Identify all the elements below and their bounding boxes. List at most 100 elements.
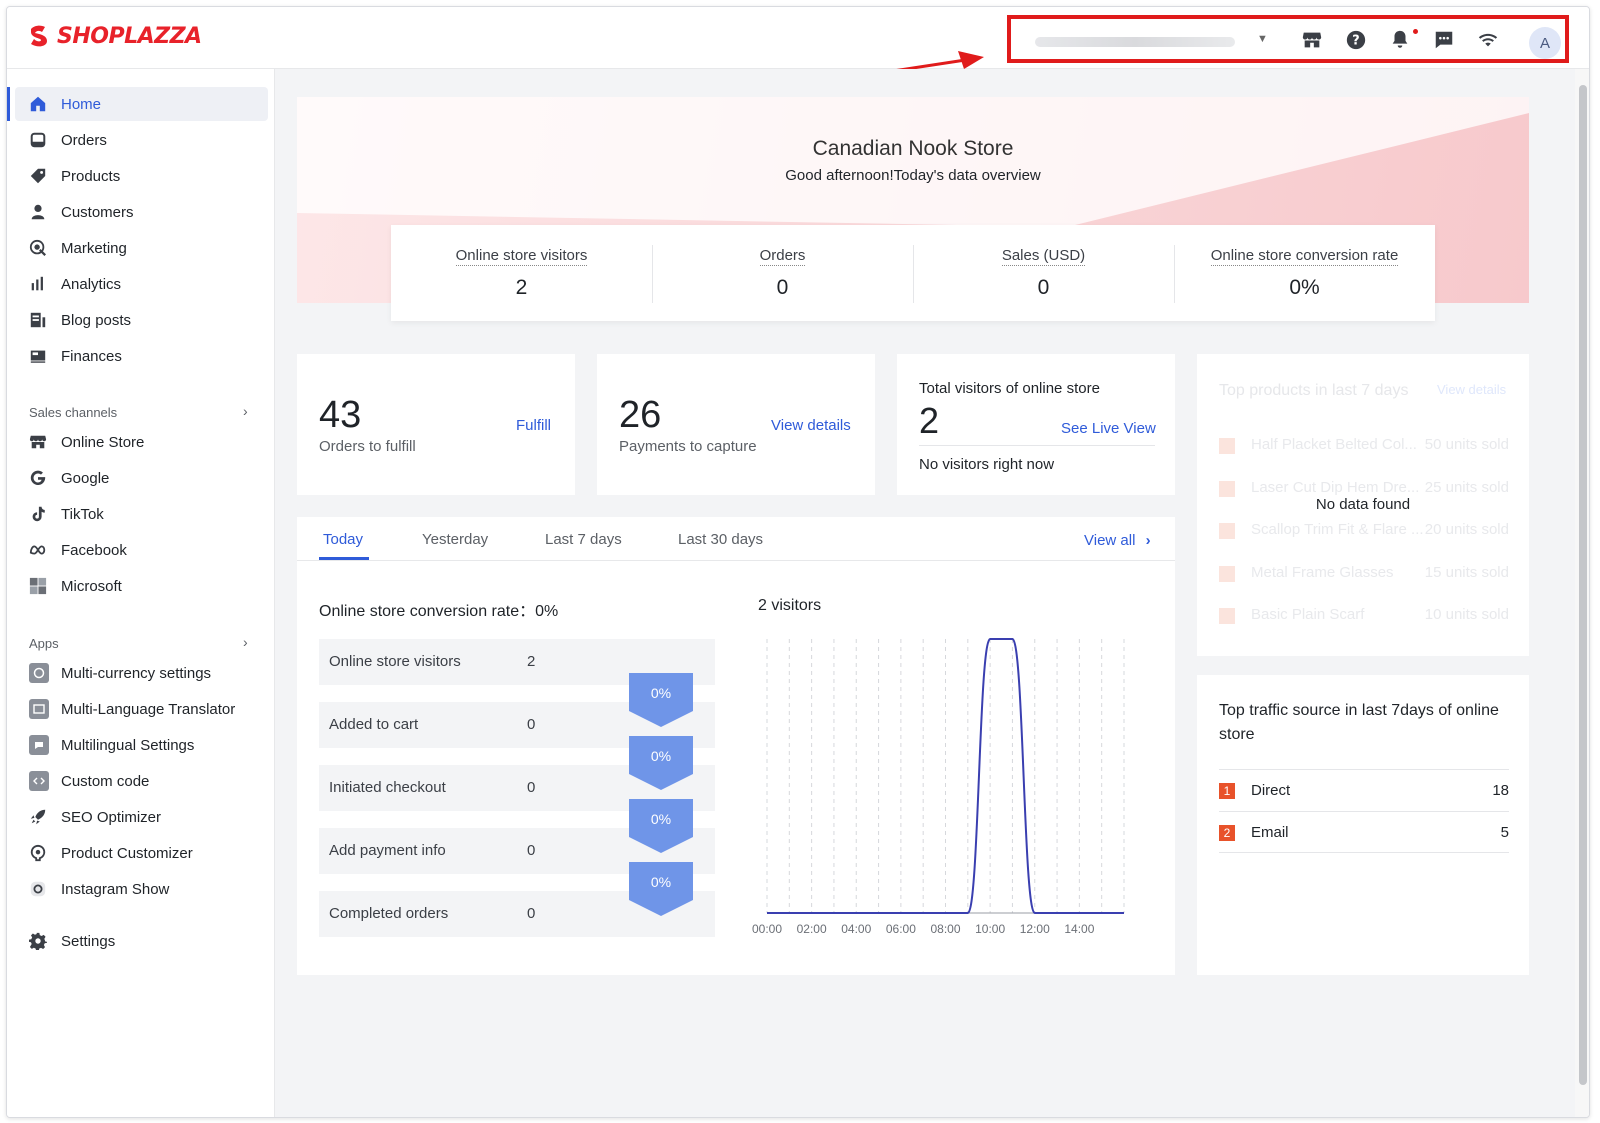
sidebar-item-orders[interactable]: Orders [15,123,268,157]
kpi-value: 2 [515,276,528,299]
funnel-rate-text: 0% [650,874,672,890]
units-sold: 20 units sold [1424,521,1509,538]
chevron-right-icon[interactable]: › [243,634,248,650]
see-live-view-link[interactable]: See Live View [1061,420,1156,437]
x-tick-label: 10:00 [975,922,1005,936]
sidebar-item-label: Customers [61,203,134,221]
tab-today[interactable]: Today [323,531,363,548]
google-icon [30,470,46,486]
sidebar-item-label: Marketing [61,239,127,257]
sidebar-item-home[interactable]: Home [7,87,268,121]
sidebar-item-analytics[interactable]: Analytics [15,267,268,301]
table-row[interactable]: 2 Email 5 [1219,811,1509,853]
tab-yesterday[interactable]: Yesterday [422,531,488,548]
units-sold: 10 units sold [1424,606,1509,623]
tag-icon [30,168,46,184]
section-label-sales-channels: Sales channels [29,405,118,420]
chevron-down-icon[interactable]: ▼ [1257,33,1268,45]
sidebar-item-multilingual-settings[interactable]: Multilingual Settings [15,728,268,762]
sidebar-item-label: Multi-currency settings [61,664,212,682]
sidebar-item-tiktok[interactable]: TikTok [15,497,268,531]
sidebar-item-label: Orders [61,131,107,149]
list-item: Scallop Trim Fit & Flare ... 20 units so… [1219,521,1509,541]
list-item: Half Placket Belted Col... 50 units sold [1219,436,1509,456]
kpi-visitors[interactable]: Online store visitors 2 [391,225,652,321]
sidebar-item-label: Custom code [61,772,150,790]
funnel-step-label: Initiated checkout [329,779,446,796]
sidebar-item-online-store[interactable]: Online Store [15,425,268,459]
store-selector[interactable] [1035,37,1235,47]
avatar[interactable]: A [1529,27,1561,59]
funnel-step-value: 0 [527,779,536,796]
vertical-scrollbar[interactable] [1575,69,1589,1117]
kpi-sales[interactable]: Sales (USD) 0 [913,225,1174,321]
funnel-step-label: Add payment info [329,842,446,859]
active-tab-indicator [319,557,369,560]
brand-logo[interactable]: SHOPLAZZA [27,23,202,49]
sidebar-item-seo-optimizer[interactable]: SEO Optimizer [15,800,268,834]
sidebar-item-instagram-show[interactable]: Instagram Show [15,872,268,906]
tab-last-30-days[interactable]: Last 30 days [678,531,763,548]
chevron-right-icon[interactable]: › [243,403,248,419]
product-name: Scallop Trim Fit & Flare ... [1251,521,1424,538]
finance-icon [30,350,46,363]
wifi-icon[interactable] [1477,29,1499,51]
conversion-rate-label: Online store conversion rate： [319,603,536,620]
sidebar-item-google[interactable]: Google [15,461,268,495]
total-visitors-count: 2 [919,400,940,441]
sidebar-item-products[interactable]: Products [15,159,268,193]
traffic-source-value: 18 [1492,782,1509,799]
sidebar-item-label: Products [61,167,121,185]
sidebar-item-marketing[interactable]: Marketing [15,231,268,265]
store-name: Canadian Nook Store [812,137,1014,160]
scrollbar-thumb[interactable] [1579,85,1587,1085]
translator-app-icon [29,699,49,719]
x-tick-label: 04:00 [841,922,871,936]
sidebar-item-multi-language-translator[interactable]: Multi-Language Translator [15,692,268,726]
funnel-rate-badge: 0% [629,736,693,790]
funnel-step-label: Online store visitors [329,653,461,670]
top-products-title: Top products in last 7 days [1219,382,1409,399]
sidebar-item-settings[interactable]: Settings [15,924,268,958]
meta-icon [29,545,46,555]
bell-icon[interactable] [1389,29,1411,51]
sidebar-item-label: Multi-Language Translator [61,700,236,718]
sidebar-item-finances[interactable]: Finances [15,339,268,373]
kpi-orders[interactable]: Orders 0 [652,225,913,321]
traffic-source-card: Top traffic source in last 7days of onli… [1197,675,1529,975]
message-icon[interactable] [1433,29,1455,51]
rank-badge: 1 [1219,783,1235,799]
sidebar-item-label: Analytics [61,275,122,293]
tab-last-7-days[interactable]: Last 7 days [545,531,622,548]
x-tick-label: 08:00 [930,922,960,936]
view-details-link[interactable]: View details [771,417,851,434]
kpi-label: Online store visitors [455,247,588,266]
product-name: Laser Cut Dip Hem Dre... [1251,479,1420,496]
fulfill-link[interactable]: Fulfill [516,417,551,434]
store-icon[interactable] [1301,29,1323,51]
sidebar-item-label: Product Customizer [61,844,193,862]
funnel-rate-badge: 0% [629,862,693,916]
orders-to-fulfill-label: Orders to fulfill [319,438,416,455]
table-row[interactable]: 1 Direct 18 [1219,769,1509,811]
blog-icon [30,312,46,328]
sidebar-item-multi-currency[interactable]: Multi-currency settings [15,656,268,690]
top-products-view-details[interactable]: View details [1437,382,1506,397]
sidebar-item-product-customizer[interactable]: Product Customizer [15,836,268,870]
sidebar-item-facebook[interactable]: Facebook [15,533,268,567]
sidebar-item-microsoft[interactable]: Microsoft [15,569,268,603]
traffic-source-value: 5 [1500,824,1509,841]
sidebar-item-custom-code[interactable]: Custom code [15,764,268,798]
currency-app-icon [29,663,49,683]
sidebar-item-blog-posts[interactable]: Blog posts [15,303,268,337]
funnel-step-value: 0 [527,842,536,859]
sidebar-item-customers[interactable]: Customers [15,195,268,229]
kpi-value: 0% [1289,276,1320,299]
view-all-link[interactable]: View all › [1084,532,1151,549]
kpi-conversion-rate[interactable]: Online store conversion rate 0% [1174,225,1435,321]
rank-badge [1219,481,1235,497]
help-icon[interactable]: ? [1345,29,1367,51]
conversion-rate-value: 0% [535,603,559,620]
rank-badge [1219,523,1235,539]
top-products-card: Top products in last 7 days View details… [1197,354,1529,656]
